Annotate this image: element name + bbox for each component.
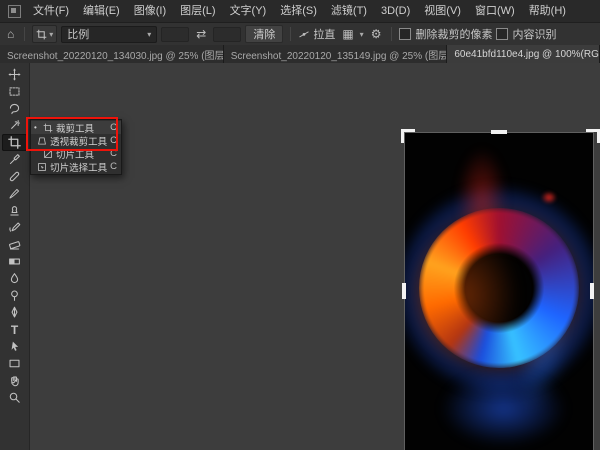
tab-label: Screenshot_20220120_135149.jpg @ 25% (图层… xyxy=(231,47,448,62)
straighten-icon xyxy=(298,28,310,40)
menu-window[interactable]: 窗口(W) xyxy=(468,0,522,22)
document-tab-2[interactable]: Screenshot_20220120_135149.jpg @ 25% (图层… xyxy=(224,45,448,63)
delete-cropped-pixels-option[interactable]: 删除裁剪的像素 xyxy=(399,26,492,42)
document-tab-3[interactable]: 60e41bfd110e4.jpg @ 100%(RGB/8#) * × xyxy=(447,45,600,63)
home-icon[interactable]: ⌂ xyxy=(4,24,17,44)
divider xyxy=(290,27,291,41)
crop-handle-top-left[interactable] xyxy=(401,129,415,143)
menu-file[interactable]: 文件(F) xyxy=(26,0,76,22)
divider xyxy=(24,27,25,41)
crop-settings-gear-icon[interactable]: ⚙ xyxy=(368,24,385,44)
tools-panel: T xyxy=(0,63,30,450)
crop-icon xyxy=(43,123,53,133)
overlay-options-button[interactable]: ▦ ▾ xyxy=(339,24,363,44)
gradient-tool[interactable] xyxy=(2,253,27,270)
delete-cropped-pixels-checkbox[interactable] xyxy=(399,28,411,40)
menu-view[interactable]: 视图(V) xyxy=(417,0,468,22)
slice-icon xyxy=(43,149,53,159)
shortcut-key: C xyxy=(110,161,117,172)
magic-wand-tool[interactable] xyxy=(2,117,27,134)
flyout-item-slice-tool[interactable]: 切片工具 C xyxy=(31,147,121,160)
chevron-down-icon: ▾ xyxy=(360,30,364,39)
tab-label: Screenshot_20220120_134030.jpg @ 25% (图层… xyxy=(7,47,224,62)
flyout-item-crop-tool[interactable]: • 裁剪工具 C xyxy=(31,121,121,134)
brush-tool[interactable] xyxy=(2,185,27,202)
slice-select-icon xyxy=(37,162,47,172)
eraser-tool[interactable] xyxy=(2,236,27,253)
crop-icon xyxy=(36,29,47,40)
crop-handle-right-middle[interactable] xyxy=(590,283,594,299)
blue-splash xyxy=(441,371,566,446)
crop-ratio-select[interactable]: 比例 ▾ xyxy=(61,26,157,43)
selected-bullet-icon: • xyxy=(34,123,40,132)
menu-layer[interactable]: 图层(L) xyxy=(173,0,222,22)
flyout-item-slice-select-tool[interactable]: 切片选择工具 C xyxy=(31,160,121,173)
clear-button[interactable]: 清除 xyxy=(245,25,283,43)
menu-select[interactable]: 选择(S) xyxy=(273,0,324,22)
chevron-down-icon: ▾ xyxy=(49,30,53,39)
crop-height-field[interactable] xyxy=(213,27,241,42)
dodge-tool[interactable] xyxy=(2,287,27,304)
lasso-tool[interactable] xyxy=(2,100,27,117)
zoom-tool[interactable] xyxy=(2,389,27,406)
red-butterfly xyxy=(541,191,557,204)
hand-tool[interactable] xyxy=(2,372,27,389)
divider xyxy=(391,27,392,41)
flyout-item-perspective-crop-tool[interactable]: 透视裁剪工具 C xyxy=(31,134,121,147)
crop-handle-left-middle[interactable] xyxy=(402,283,406,299)
path-selection-tool[interactable] xyxy=(2,338,27,355)
tab-label: 60e41bfd110e4.jpg @ 100%(RGB/8#) * xyxy=(454,49,600,60)
type-tool-glyph: T xyxy=(11,323,18,337)
menu-3d[interactable]: 3D(D) xyxy=(374,0,417,22)
crop-tool-flyout-menu: • 裁剪工具 C 透视裁剪工具 C 切片工具 C 切片选择工具 C xyxy=(30,119,122,175)
app-icon xyxy=(8,5,21,18)
move-tool[interactable] xyxy=(2,66,27,83)
straighten-button[interactable]: 拉直 xyxy=(298,26,335,42)
perspective-crop-icon xyxy=(37,136,47,146)
content-aware-label: 内容识别 xyxy=(512,26,556,42)
content-aware-checkbox[interactable] xyxy=(496,28,508,40)
rectangle-shape-tool[interactable] xyxy=(2,355,27,372)
clone-stamp-tool[interactable] xyxy=(2,202,27,219)
delete-cropped-pixels-label: 删除裁剪的像素 xyxy=(415,26,492,42)
menu-image[interactable]: 图像(I) xyxy=(127,0,173,22)
document-tab-1[interactable]: Screenshot_20220120_134030.jpg @ 25% (图层… xyxy=(0,45,224,63)
shortcut-key: C xyxy=(110,122,117,133)
fire-ice-vortex xyxy=(419,208,579,368)
chevron-down-icon: ▾ xyxy=(147,30,151,39)
eyedropper-tool[interactable] xyxy=(2,151,27,168)
overlay-grid-icon: ▦ xyxy=(339,24,356,44)
rectangular-marquee-tool[interactable] xyxy=(2,83,27,100)
photoshop-window: 文件(F) 编辑(E) 图像(I) 图层(L) 文字(Y) 选择(S) 滤镜(T… xyxy=(0,0,600,450)
document-tab-bar: Screenshot_20220120_134030.jpg @ 25% (图层… xyxy=(0,45,600,63)
crop-handle-top-middle[interactable] xyxy=(491,130,507,134)
pen-tool[interactable] xyxy=(2,304,27,321)
history-brush-tool[interactable] xyxy=(2,219,27,236)
flyout-item-label: 切片选择工具 xyxy=(50,160,107,174)
flyout-item-label: 裁剪工具 xyxy=(56,121,94,135)
shortcut-key: C xyxy=(110,148,117,159)
crop-ratio-label: 比例 xyxy=(67,26,89,42)
menu-bar: 文件(F) 编辑(E) 图像(I) 图层(L) 文字(Y) 选择(S) 滤镜(T… xyxy=(0,0,600,22)
shortcut-key: C xyxy=(110,135,117,146)
flyout-item-label: 透视裁剪工具 xyxy=(50,134,107,148)
spot-healing-brush-tool[interactable] xyxy=(2,168,27,185)
blur-tool[interactable] xyxy=(2,270,27,287)
tool-preset-button[interactable]: ▾ xyxy=(32,25,57,43)
menu-filter[interactable]: 滤镜(T) xyxy=(324,0,374,22)
straighten-label: 拉直 xyxy=(313,26,335,42)
crop-handle-top-right[interactable] xyxy=(586,129,600,143)
swap-dimensions-icon[interactable]: ⇄ xyxy=(193,24,209,44)
menu-type[interactable]: 文字(Y) xyxy=(223,0,274,22)
menu-help[interactable]: 帮助(H) xyxy=(522,0,573,22)
content-aware-option[interactable]: 内容识别 xyxy=(496,26,556,42)
tool-options-bar: ⌂ ▾ 比例 ▾ ⇄ 清除 拉直 ▦ ▾ ⚙ 删除裁剪的像素 内 xyxy=(0,22,600,46)
menu-edit[interactable]: 编辑(E) xyxy=(76,0,127,22)
crop-width-field[interactable] xyxy=(161,27,189,42)
crop-tool[interactable] xyxy=(2,134,27,151)
document-image xyxy=(405,133,593,450)
flyout-item-label: 切片工具 xyxy=(56,147,94,161)
type-tool[interactable]: T xyxy=(2,321,27,338)
